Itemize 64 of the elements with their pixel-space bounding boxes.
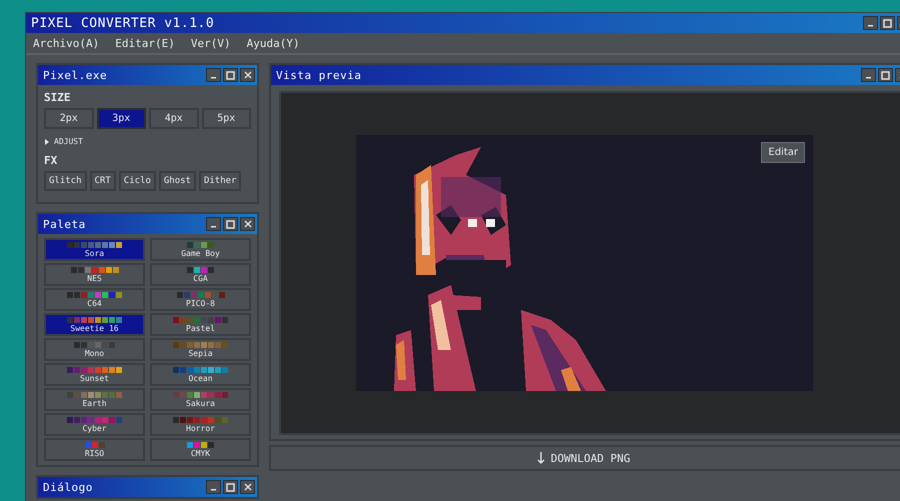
palette-button[interactable]: Earth — [44, 388, 145, 411]
maximize-button[interactable] — [223, 217, 238, 231]
adjust-toggle[interactable]: ADJUST — [44, 133, 83, 150]
palette-button[interactable]: CMYK — [150, 438, 251, 461]
maximize-icon — [226, 220, 235, 228]
maximize-icon — [881, 70, 890, 80]
down-arrow-icon — [536, 452, 545, 464]
minimize-button[interactable] — [206, 68, 221, 82]
panel-title: Diálogo — [43, 480, 93, 494]
palette-button[interactable]: Mono — [44, 338, 145, 361]
minimize-button[interactable] — [861, 68, 876, 82]
menu-item[interactable]: Archivo(A) — [33, 36, 100, 50]
palette-button[interactable]: CGA — [150, 263, 251, 286]
maximize-button[interactable] — [223, 68, 238, 82]
close-button[interactable] — [240, 68, 255, 82]
palette-button[interactable]: RISO — [44, 438, 145, 461]
menu-item[interactable]: Editar(E) — [115, 36, 175, 50]
download-button[interactable]: DOWNLOAD PNG — [269, 445, 900, 471]
effect-button[interactable]: Ghost — [158, 171, 196, 191]
close-button[interactable] — [240, 217, 255, 231]
palette-button[interactable]: Game Boy — [150, 238, 251, 261]
palette-button[interactable]: C64 — [44, 288, 145, 311]
minimize-button[interactable] — [206, 217, 221, 231]
palette-button[interactable]: Pastel — [150, 313, 251, 336]
size-button[interactable]: 5px — [202, 108, 251, 129]
close-button[interactable] — [240, 480, 255, 494]
size-button[interactable]: 2px — [44, 108, 94, 129]
close-icon — [244, 483, 252, 491]
effect-button[interactable]: Dither — [198, 171, 242, 191]
effect-button[interactable]: Ciclo — [118, 171, 156, 191]
section-label: SIZE — [44, 91, 72, 104]
window-title: PIXEL CONVERTER v1.1.0 — [31, 16, 214, 30]
panel-title: Pixel.exe — [43, 68, 108, 82]
palette-button[interactable]: Ocean — [150, 363, 251, 386]
maximize-button[interactable] — [223, 480, 238, 494]
palette-button[interactable]: PICO-8 — [150, 288, 251, 311]
close-icon — [244, 220, 252, 228]
edit-button[interactable]: Editar — [761, 142, 805, 163]
maximize-icon — [226, 482, 235, 492]
palette-button[interactable]: Sora — [44, 238, 145, 261]
menu-item[interactable]: Ver(V) — [190, 36, 231, 50]
palette-button[interactable]: Horror — [150, 413, 251, 436]
maximize-button[interactable] — [880, 16, 895, 30]
menu-item[interactable]: Ayuda(Y) — [246, 36, 300, 50]
maximize-icon — [883, 18, 892, 28]
palette-button[interactable]: NES — [44, 263, 145, 286]
maximize-icon — [226, 70, 235, 80]
minimize-button[interactable] — [206, 480, 221, 494]
size-button[interactable]: 3px — [96, 108, 146, 129]
section-label: FX — [44, 154, 58, 167]
effect-button[interactable]: Glitch — [44, 171, 87, 191]
close-icon — [244, 71, 252, 79]
maximize-button[interactable] — [878, 68, 893, 82]
minimize-button[interactable] — [863, 16, 878, 30]
panel-title: Paleta — [43, 218, 86, 230]
palette-button[interactable]: Sepia — [150, 338, 251, 361]
palette-button[interactable]: Sunset — [44, 363, 145, 386]
panel-title: Vista previa — [276, 68, 362, 82]
palette-button[interactable]: Sakura — [150, 388, 251, 411]
triangle-icon — [44, 138, 50, 144]
effect-button[interactable]: CRT — [90, 171, 116, 191]
palette-button[interactable]: Cyber — [44, 413, 145, 436]
palette-button[interactable]: Sweetie 16 — [44, 313, 145, 336]
size-button[interactable]: 4px — [149, 108, 198, 129]
